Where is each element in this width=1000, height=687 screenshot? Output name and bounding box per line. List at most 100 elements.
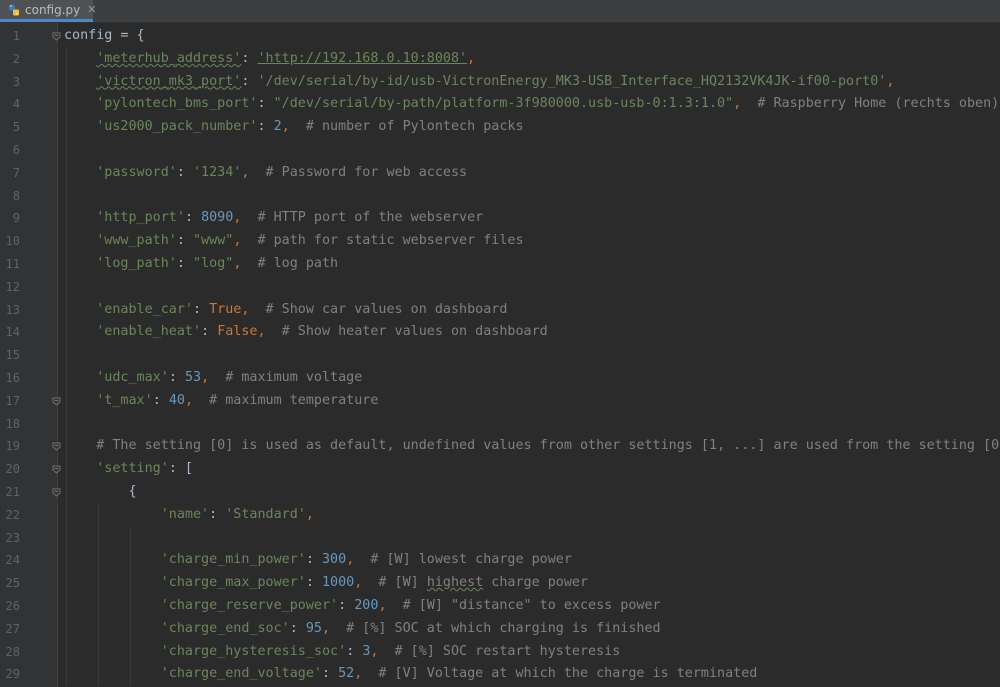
line-number: 20 xyxy=(5,462,20,477)
code-line[interactable]: 19 # The setting [0] is used as default,… xyxy=(0,435,1000,458)
code-line[interactable]: 15 xyxy=(0,344,1000,367)
code-token: 52 xyxy=(338,666,355,682)
code-line[interactable]: 13 'enable_car': True, # Show car values… xyxy=(0,299,1000,322)
code-line[interactable]: 22 'name': 'Standard', xyxy=(0,504,1000,527)
code-token: : xyxy=(241,50,258,66)
line-number: 22 xyxy=(5,507,20,522)
code-token: # path for static webserver files xyxy=(241,233,524,249)
close-tab-icon[interactable]: ✕ xyxy=(87,3,96,16)
code-token: highest xyxy=(426,575,484,591)
code-line[interactable]: 1 config = { xyxy=(0,25,1000,48)
code-line[interactable]: 4 'pylontech_bms_port': "/dev/serial/by-… xyxy=(0,93,1000,116)
code-token: # Show car values on dashboard xyxy=(249,301,508,317)
fold-marker-icon[interactable] xyxy=(52,32,61,41)
code-text: config = { xyxy=(64,25,145,48)
code-text: 'setting': [ xyxy=(64,458,193,481)
line-number: 1 xyxy=(12,29,20,43)
code-token: , xyxy=(733,96,742,112)
code-token: , xyxy=(886,73,895,89)
code-line[interactable]: 20 'setting': [ xyxy=(0,458,1000,481)
python-file-icon xyxy=(8,4,20,16)
code-line[interactable]: 8 xyxy=(0,185,1000,208)
code-text: 'password': '1234', # Password for web a… xyxy=(64,162,467,185)
code-text: 'udc_max': 53, # maximum voltage xyxy=(64,367,362,390)
code-token: "log" xyxy=(193,256,234,271)
code-text: 'meterhub_address': 'http://192.168.0.10… xyxy=(64,48,475,71)
code-token: # [W] lowest charge power xyxy=(354,552,572,568)
code-line[interactable]: 17 't_max': 40, # maximum temperature xyxy=(0,390,1000,413)
tab-label: config.py xyxy=(25,2,81,17)
code-text: 'enable_car': True, # Show car values on… xyxy=(64,299,507,322)
code-token: 'us2000_pack_number' xyxy=(96,119,258,135)
code-token: 8090 xyxy=(201,210,234,226)
code-token: : xyxy=(209,506,226,522)
code-line[interactable]: 12 xyxy=(0,276,1000,299)
code-line[interactable]: 28 'charge_hysteresis_soc': 3, # [%] SOC… xyxy=(0,641,1000,664)
code-token: 'www_path' xyxy=(96,233,177,249)
code-token: 40 xyxy=(168,392,185,408)
line-number: 21 xyxy=(5,485,20,499)
code-line[interactable]: 25 'charge_max_power': 1000, # [W] highe… xyxy=(0,572,1000,595)
code-token: # Raspberry Home (rechts oben) xyxy=(741,96,1000,112)
code-token: # [V] Voltage at which the charge is ter… xyxy=(362,666,758,682)
code-line[interactable]: 16 'udc_max': 53, # maximum voltage xyxy=(0,367,1000,390)
code-token: "/dev/serial/by-path/platform-3f980000.u… xyxy=(273,96,734,112)
code-line[interactable]: 14 'enable_heat': False, # Show heater v… xyxy=(0,321,1000,344)
line-number: 11 xyxy=(5,257,20,271)
code-line[interactable]: 10 'www_path': "www", # path for static … xyxy=(0,230,1000,253)
code-line[interactable]: 5 'us2000_pack_number': 2, # number of P… xyxy=(0,116,1000,139)
code-token: 53 xyxy=(184,370,202,385)
code-token: # log path xyxy=(241,256,339,271)
code-line[interactable]: 27 'charge_end_soc': 95, # [%] SOC at wh… xyxy=(0,618,1000,641)
fold-marker-icon[interactable] xyxy=(52,465,61,474)
code-line[interactable]: 21 { xyxy=(0,481,1000,504)
code-token: 't_max' xyxy=(96,392,153,408)
code-token: , xyxy=(467,50,476,66)
code-token: # [%] SOC at which charging is finished xyxy=(330,620,661,636)
code-token: 300 xyxy=(322,552,347,568)
code-token: # number of Pylontech packs xyxy=(289,119,524,135)
code-token: { xyxy=(64,484,137,499)
tab-config-py[interactable]: config.py ✕ xyxy=(0,0,96,22)
code-text: 'log_path': "log", # log path xyxy=(64,253,338,276)
code-text: 'charge_min_power': 300, # [W] lowest ch… xyxy=(64,549,572,572)
line-number: 18 xyxy=(5,416,20,431)
code-line[interactable]: 18 xyxy=(0,413,1000,436)
code-token: , xyxy=(322,620,331,636)
fold-marker-icon[interactable] xyxy=(52,488,61,497)
line-number: 16 xyxy=(5,371,20,385)
code-line[interactable]: 2 'meterhub_address': 'http://192.168.0.… xyxy=(0,48,1000,71)
code-line[interactable]: 7 'password': '1234', # Password for web… xyxy=(0,162,1000,185)
code-text: 'charge_max_power': 1000, # [W] highest … xyxy=(64,572,588,595)
code-line[interactable]: 29 'charge_end_voltage': 52, # [V] Volta… xyxy=(0,663,1000,686)
code-line[interactable]: 11 'log_path': "log", # log path xyxy=(0,253,1000,276)
code-editor[interactable]: 1 config = {2 'meterhub_address': 'http:/… xyxy=(0,23,1000,687)
code-line[interactable]: 6 xyxy=(0,139,1000,162)
code-line[interactable]: 23 xyxy=(0,527,1000,550)
code-token: : xyxy=(338,598,355,613)
code-token: : xyxy=(176,233,193,249)
code-line[interactable]: 9 'http_port': 8090, # HTTP port of the … xyxy=(0,207,1000,230)
code-line[interactable]: 26 'charge_reserve_power': 200, # [W] "d… xyxy=(0,595,1000,618)
code-line[interactable]: 3 'victron_mk3_port': '/dev/serial/by-id… xyxy=(0,71,1000,94)
code-text: 'us2000_pack_number': 2, # number of Pyl… xyxy=(64,116,524,139)
code-token: '1234' xyxy=(193,164,242,180)
code-token: # Show heater values on dashboard xyxy=(265,324,548,340)
line-number: 13 xyxy=(5,302,20,317)
fold-marker-icon[interactable] xyxy=(52,442,61,452)
fold-marker-icon[interactable] xyxy=(52,397,61,406)
code-token: True xyxy=(209,301,242,317)
code-token: : xyxy=(289,620,306,636)
code-text: 'charge_reserve_power': 200, # [W] "dist… xyxy=(64,595,661,618)
code-token: , xyxy=(257,324,266,340)
code-line[interactable]: 24 'charge_min_power': 300, # [W] lowest… xyxy=(0,549,1000,572)
code-token: # maximum temperature xyxy=(193,392,379,408)
line-number: 5 xyxy=(12,120,20,135)
